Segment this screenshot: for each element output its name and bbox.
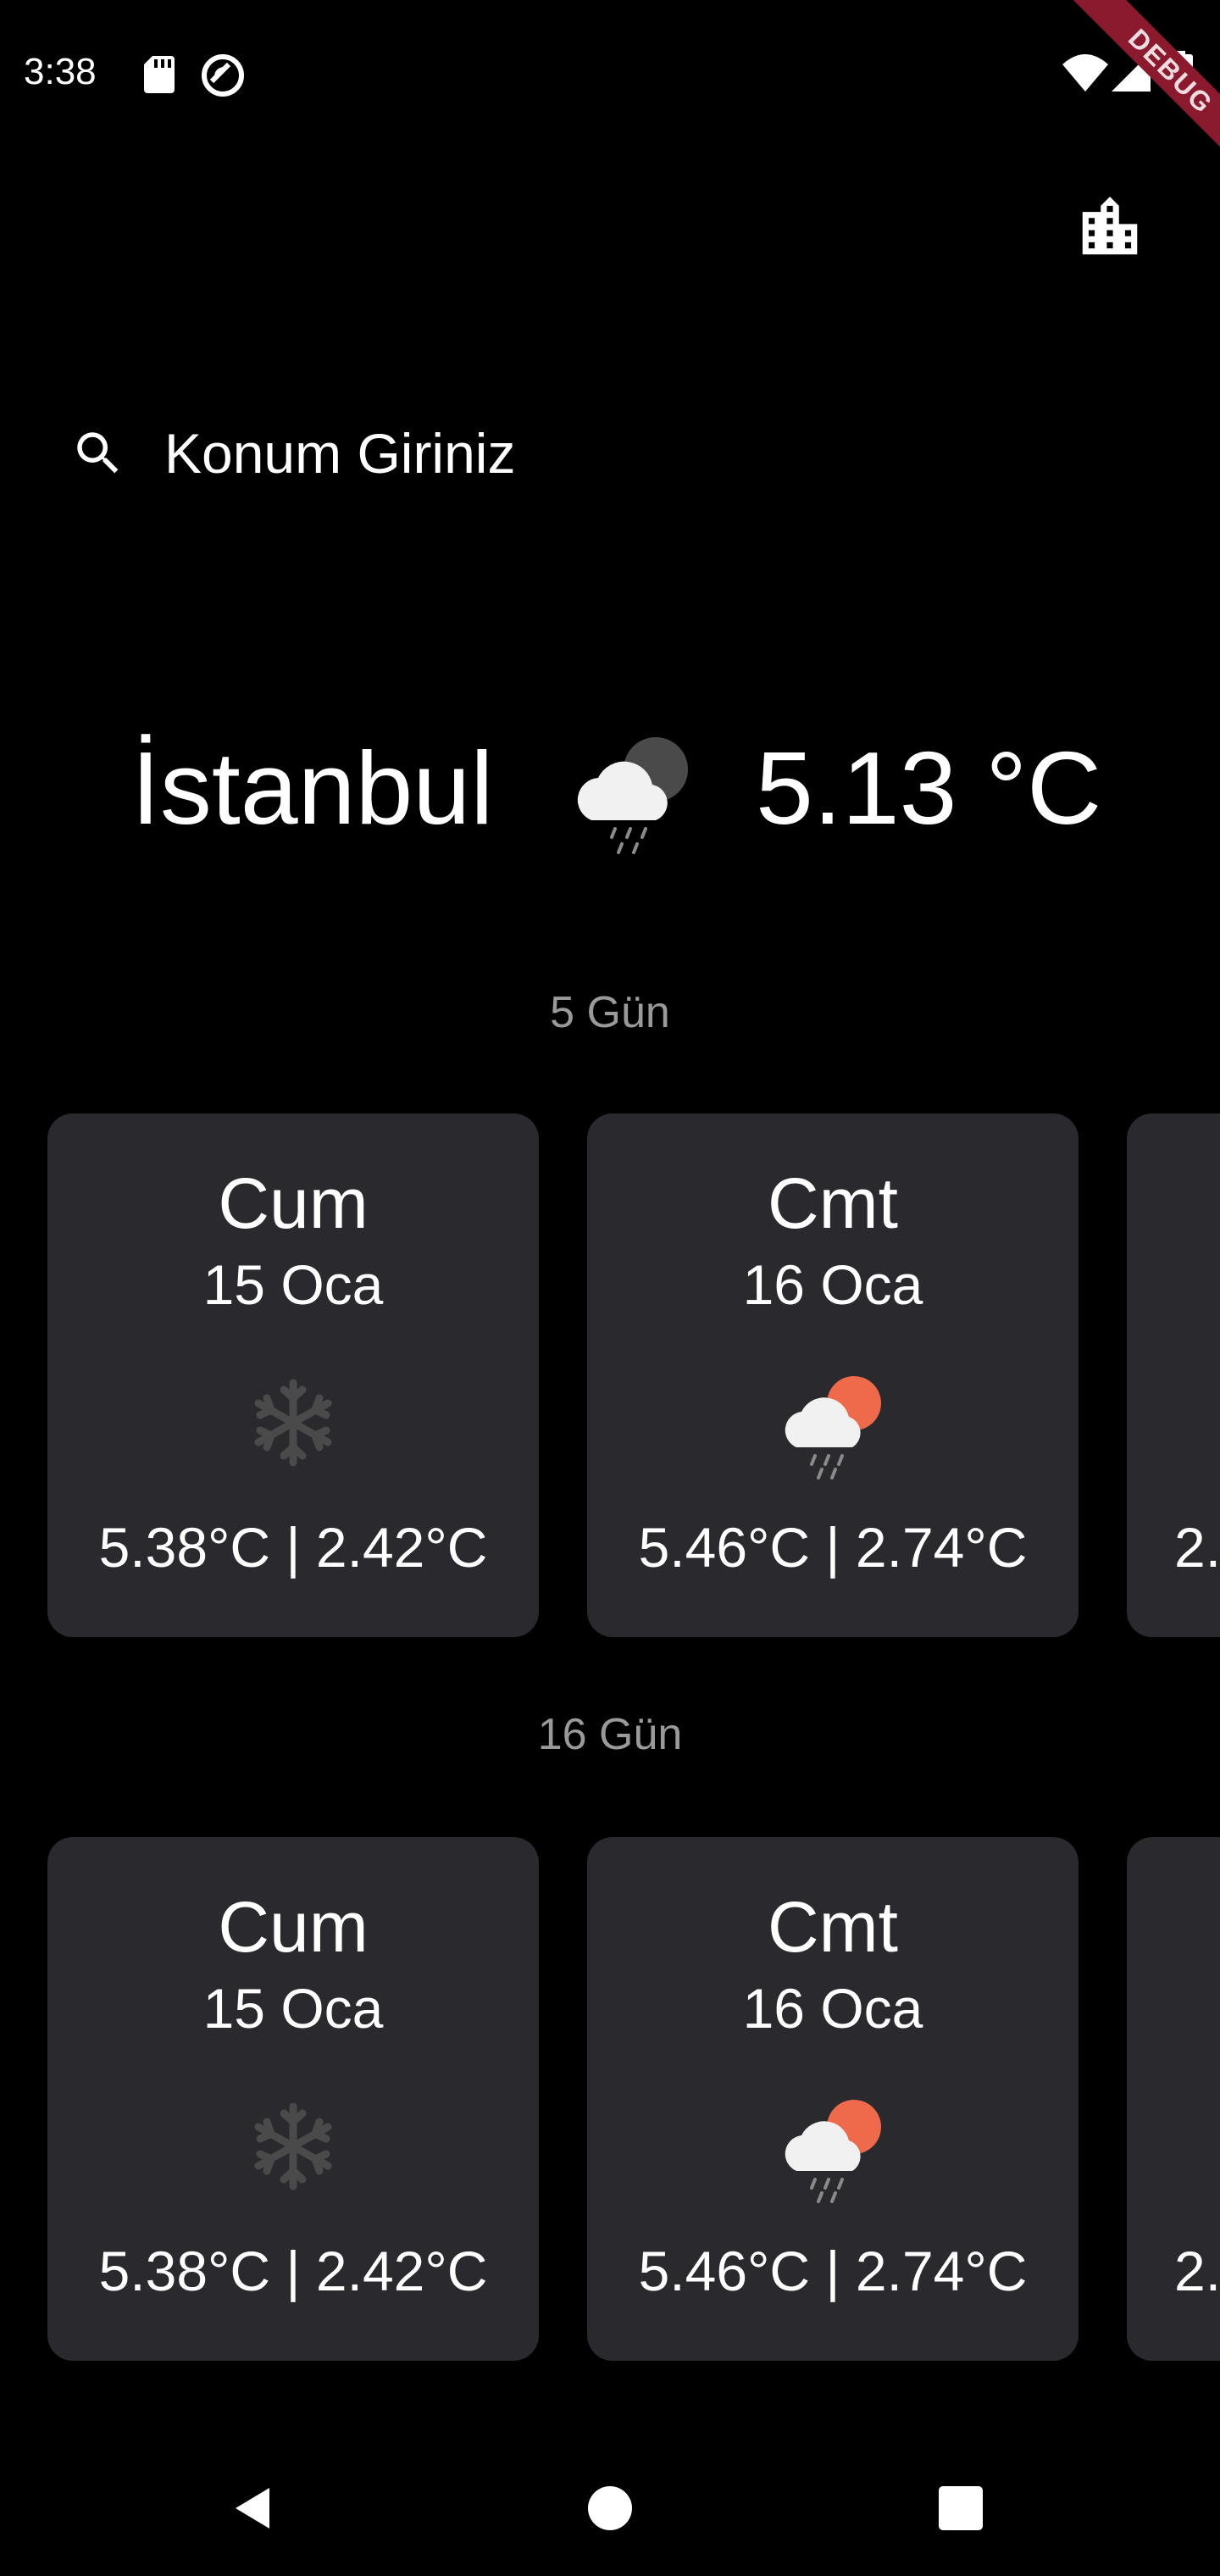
search-bar[interactable] [51,398,1169,508]
signal-icon [1112,53,1151,92]
card-temperatures: 5.46°C | 2.74°C [638,2240,1028,2302]
forecast-card[interactable]: Cum 15 Oca 5.38°C | 2.42°C [47,1113,539,1637]
forecast-card[interactable]: 2. [1127,1113,1220,1637]
card-temperatures: 5.38°C | 2.42°C [98,1516,488,1579]
card-date: 15 Oca [202,1977,384,2040]
section-label-16-day: 16 Gün [537,1710,683,1759]
forecast-card[interactable]: Cmt 16 Oca 5.46°C | 2.74°C [587,1837,1079,2361]
card-day: Cum [218,1163,369,1243]
section-label-5-day: 5 Gün [550,988,670,1037]
card-date: 16 Oca [742,1253,923,1316]
snow-icon [254,1379,332,1467]
forecast-row-16-day[interactable]: Cum 15 Oca 5.38°C | 2.42°C Cmt 16 Oca 5.… [0,1837,1220,2362]
forecast-card[interactable]: Cmt 16 Oca 5.46°C | 2.74°C [587,1113,1079,1637]
card-temperatures: 5.46°C | 2.74°C [638,1516,1028,1579]
status-time: 3:38 [24,51,97,92]
battery-icon [1167,51,1193,93]
location-city-icon [1082,197,1138,255]
recents-icon[interactable] [937,2484,984,2532]
home-icon[interactable] [585,2483,635,2534]
search-input[interactable] [164,421,1169,486]
sync-icon [202,54,244,97]
card-day: Cmt [768,1163,898,1243]
current-weather: İstanbul 5.13 °C [0,712,1220,864]
search-icon[interactable] [68,423,129,484]
city-button[interactable] [1069,186,1151,268]
card-day: Cmt [768,1887,898,1967]
forecast-card[interactable]: Cum 15 Oca 5.38°C | 2.42°C [47,1837,539,2361]
cloud-sun-rain-icon [785,1376,881,1480]
card-date: 16 Oca [742,1977,923,2040]
current-temperature: 5.13 °C [756,730,1102,846]
card-temperatures: 2. [1174,2240,1220,2302]
card-day: Cum [218,1887,369,1967]
card-temperatures: 5.38°C | 2.42°C [98,2240,488,2302]
forecast-row-5-day[interactable]: Cum 15 Oca 5.38°C | 2.42°C Cmt 16 Oca 5.… [0,1113,1220,1639]
current-city: İstanbul [131,730,494,846]
cloud-sun-rain-icon [785,2100,881,2203]
navigation-bar [0,2440,1220,2576]
card-date: 15 Oca [202,1253,384,1316]
status-bar: 3:38 DEBUG [0,0,1220,180]
debug-banner: DEBUG [1023,0,1220,197]
sd-card-icon [144,56,175,93]
wifi-icon [1062,54,1108,92]
forecast-card[interactable]: 2. [1127,1837,1220,2361]
cloud-rain-night-icon [577,737,688,854]
card-temperatures: 2. [1174,1516,1220,1579]
snow-icon [254,2102,332,2190]
back-icon[interactable] [229,2483,280,2534]
